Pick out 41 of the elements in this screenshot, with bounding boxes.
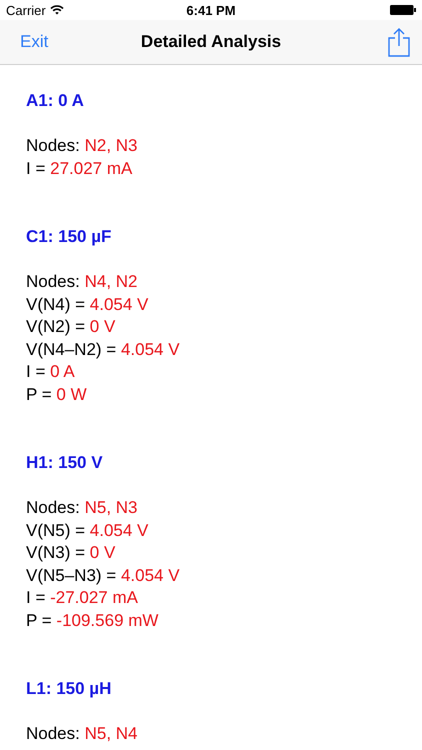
value-label: I =: [26, 158, 46, 178]
value-reading: N5, N3: [84, 498, 138, 517]
value-label: V(N5) =: [26, 520, 86, 540]
component-heading: L1: 150 µH: [26, 678, 112, 700]
value-reading: 4.054 V: [120, 566, 180, 584]
value-label: V(N5–N3) =: [26, 566, 118, 584]
status-time: 6:41 PM: [186, 2, 236, 18]
value-label: Nodes:: [26, 724, 81, 743]
wifi-icon: [50, 5, 64, 15]
value-reading: 0 W: [56, 384, 87, 404]
component-heading: C1: 150 µF: [26, 226, 112, 248]
value-label: P =: [26, 610, 53, 630]
value-reading: 0 V: [90, 543, 116, 562]
value-reading: 4.054 V: [120, 340, 180, 358]
value-reading: 27.027 mA: [50, 158, 132, 178]
value-reading: N4, N2: [84, 272, 138, 291]
value-reading: 0 V: [90, 317, 116, 336]
value-label: Nodes:: [26, 136, 81, 155]
component-heading: H1: 150 V: [26, 452, 104, 474]
value-label: P =: [26, 384, 53, 404]
exit-button[interactable]: Exit: [20, 32, 48, 52]
value-label: I =: [26, 362, 46, 381]
share-icon[interactable]: [388, 28, 410, 56]
value-reading: -27.027 mA: [50, 588, 138, 607]
carrier-name: Carrier: [6, 2, 46, 18]
value-label: I =: [26, 588, 46, 607]
value-label: V(N4–N2) =: [26, 340, 118, 358]
value-reading: N5, N4: [84, 724, 138, 743]
value-reading: 4.054 V: [90, 520, 148, 540]
value-label: V(N2) =: [26, 317, 86, 336]
value-reading: 0 A: [50, 362, 75, 381]
value-label: Nodes:: [26, 498, 81, 517]
screen-title: Detailed Analysis: [140, 32, 282, 52]
value-label: V(N3) =: [26, 543, 86, 562]
value-reading: 4.054 V: [90, 294, 148, 314]
value-label: V(N4) =: [26, 294, 86, 314]
value-reading: -109.569 mW: [56, 610, 158, 630]
battery-icon: [390, 5, 416, 15]
value-reading: N2, N3: [84, 136, 138, 155]
value-label: Nodes:: [26, 272, 81, 291]
component-heading: A1: 0 A: [26, 90, 85, 112]
